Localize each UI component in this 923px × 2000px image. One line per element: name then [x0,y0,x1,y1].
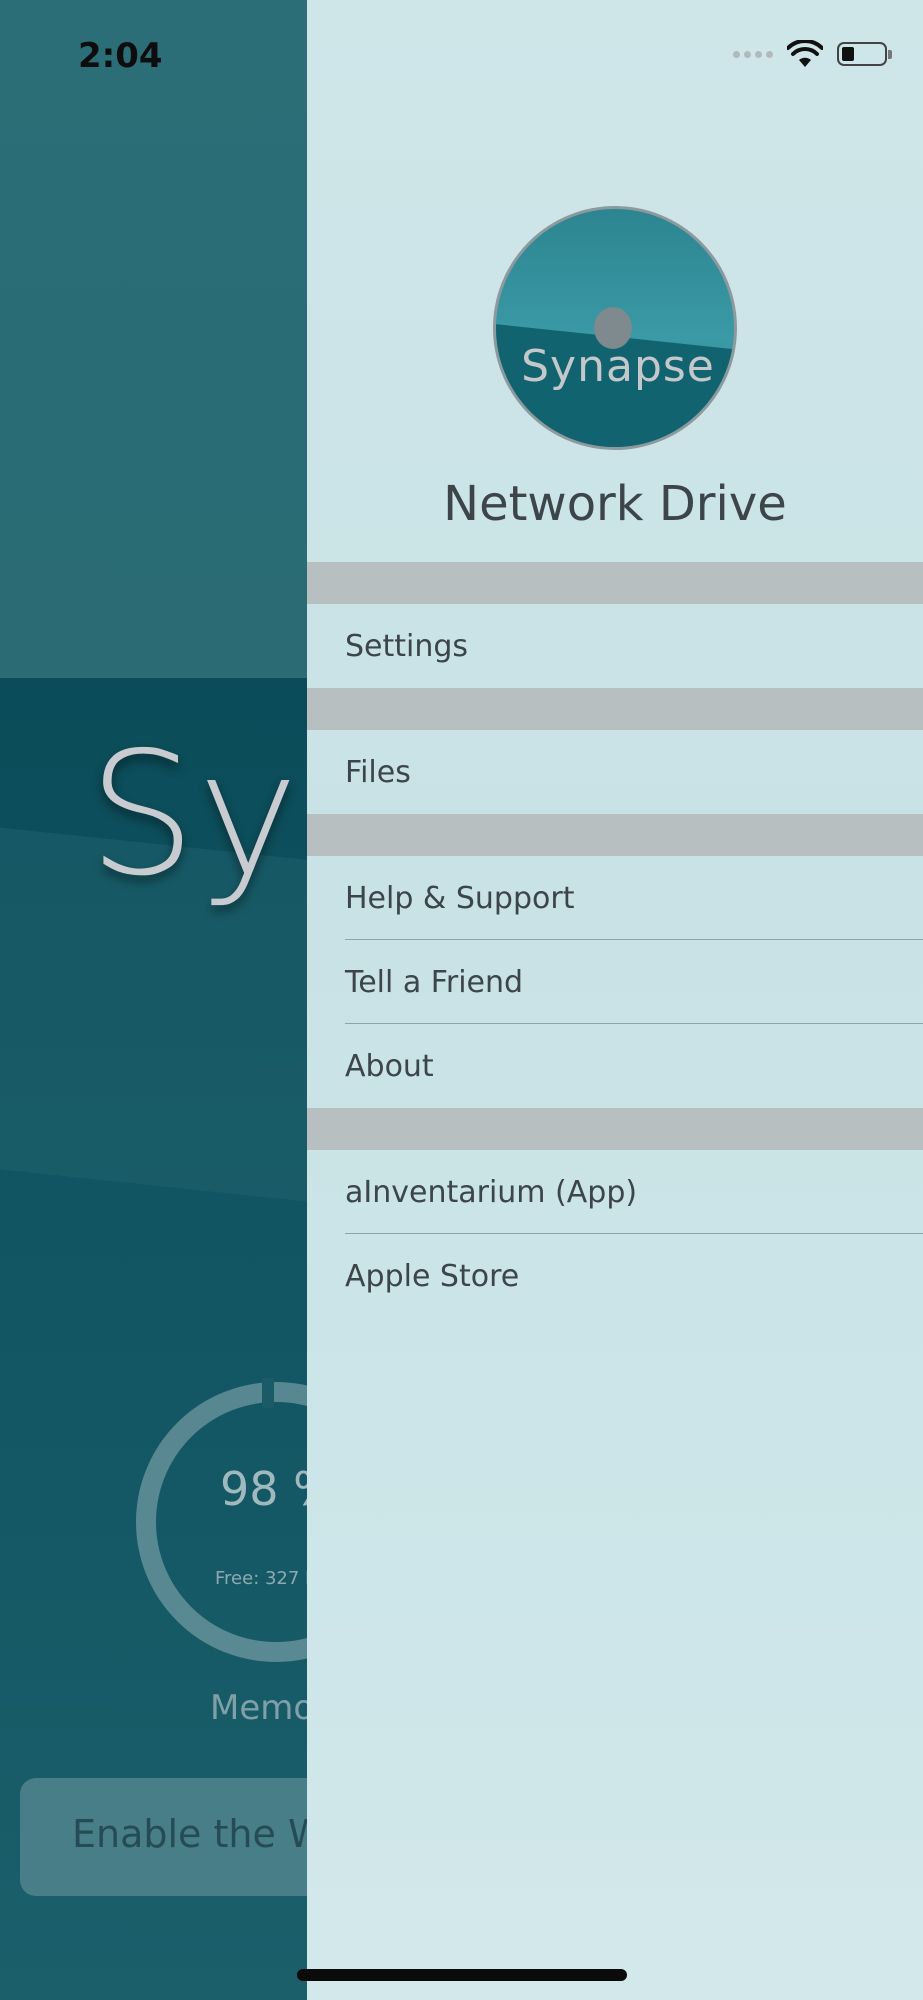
memory-free: Free: 327 I [215,1568,311,1589]
menu-item-ainventarium[interactable]: aInventarium (App) [307,1150,923,1234]
background-logo-text: Sy [88,716,301,914]
cellular-signal-icon [733,50,773,58]
menu-item-about[interactable]: About [307,1024,923,1108]
app-logo-avatar: Synapse [493,206,737,450]
side-drawer: Synapse Network Drive Settings Files Hel… [307,0,923,2000]
enable-banner-text: Enable the W [72,1812,326,1856]
avatar-logo-text: Synapse [521,341,715,392]
menu-item-help-support[interactable]: Help & Support [307,856,923,940]
wifi-icon [787,40,823,67]
drawer-title: Network Drive [443,476,787,532]
home-indicator[interactable] [297,1969,627,1981]
menu-item-tell-a-friend[interactable]: Tell a Friend [307,940,923,1024]
menu-item-apple-store[interactable]: Apple Store [307,1234,923,1318]
memory-label: Memo [210,1688,315,1728]
menu-item-files[interactable]: Files [307,730,923,814]
memory-ring-gap [262,1378,274,1408]
section-separator [307,688,923,730]
section-separator [307,562,923,604]
section-separator [307,1108,923,1150]
status-icons [733,40,892,68]
drawer-menu: Settings Files Help & Support Tell a Fri… [307,562,923,1318]
status-time: 2:04 [78,36,163,76]
battery-icon [837,42,892,66]
section-separator [307,814,923,856]
menu-item-settings[interactable]: Settings [307,604,923,688]
